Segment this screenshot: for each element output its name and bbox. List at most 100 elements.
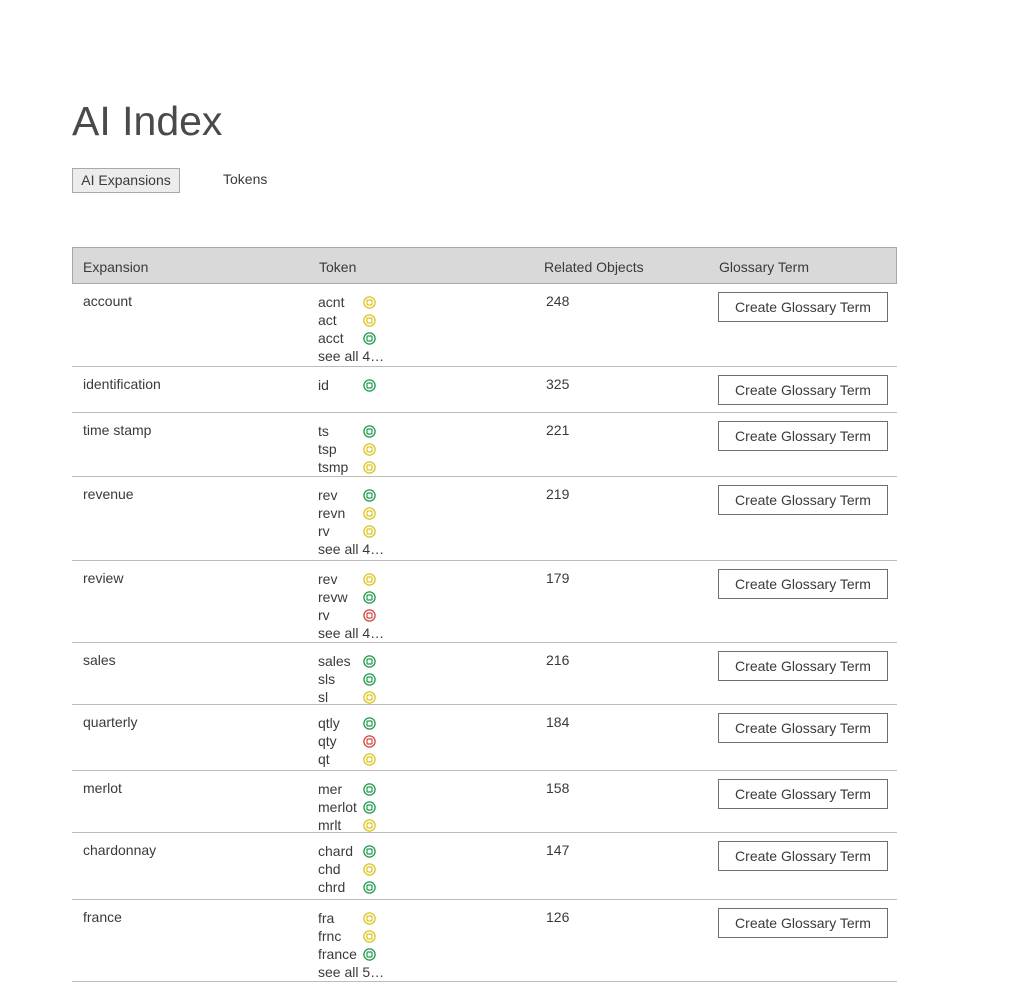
table-row: account acnt act acct see all 4… 248 Create Gl… bbox=[72, 284, 897, 367]
table-row: identification id 325 Create Glossary Term bbox=[72, 367, 897, 413]
header-related-objects: Related Objects bbox=[544, 259, 644, 275]
token-label: chard bbox=[318, 843, 354, 859]
status-yellow-icon bbox=[363, 443, 376, 456]
expansion-cell: time stamp bbox=[83, 422, 152, 438]
token-label: rv bbox=[318, 523, 330, 539]
status-yellow-icon bbox=[363, 296, 376, 309]
table-row: chardonnay chard chd chrd 147 Create Glossary… bbox=[72, 833, 897, 900]
header-expansion: Expansion bbox=[83, 259, 149, 275]
token-item: rv bbox=[318, 606, 398, 624]
token-label: mrlt bbox=[318, 817, 342, 833]
token-label: qty bbox=[318, 733, 337, 749]
page-title: AI Index bbox=[72, 98, 223, 144]
status-yellow-icon bbox=[363, 507, 376, 520]
see-all-row: see all 5… bbox=[318, 963, 398, 981]
create-glossary-term-button[interactable]: Create Glossary Term bbox=[718, 292, 888, 322]
status-green-icon bbox=[363, 655, 376, 668]
status-green-icon bbox=[363, 489, 376, 502]
token-list: id bbox=[318, 376, 398, 394]
see-all-row: see all 4… bbox=[318, 624, 398, 642]
table-row: review rev revw rv see all 4… 179 Create Gloss… bbox=[72, 561, 897, 643]
token-item: qty bbox=[318, 732, 398, 750]
token-item: chrd bbox=[318, 878, 398, 896]
related-objects-count: 221 bbox=[546, 422, 570, 438]
status-yellow-icon bbox=[363, 525, 376, 538]
status-green-icon bbox=[363, 881, 376, 894]
token-item: tsmp bbox=[318, 458, 398, 476]
token-item: acct bbox=[318, 329, 398, 347]
table-row: time stamp ts tsp tsmp 221 Create Glossary Te… bbox=[72, 413, 897, 477]
token-item: rev bbox=[318, 486, 398, 504]
token-item: id bbox=[318, 376, 398, 394]
create-glossary-term-button[interactable]: Create Glossary Term bbox=[718, 908, 888, 938]
token-item: frnc bbox=[318, 927, 398, 945]
create-glossary-term-button[interactable]: Create Glossary Term bbox=[718, 569, 888, 599]
token-label: fra bbox=[318, 910, 335, 926]
expansion-cell: merlot bbox=[83, 780, 122, 796]
token-label: chd bbox=[318, 861, 341, 877]
status-green-icon bbox=[363, 717, 376, 730]
see-all-link[interactable]: see all 4… bbox=[318, 624, 384, 642]
token-list: acnt act acct see all 4… bbox=[318, 293, 398, 365]
table-row: france fra frnc france see all 5… 126 Create G… bbox=[72, 900, 897, 982]
token-list: sales sls sl bbox=[318, 652, 398, 706]
token-list: qtly qty qt bbox=[318, 714, 398, 768]
token-label: frnc bbox=[318, 928, 342, 944]
related-objects-count: 147 bbox=[546, 842, 570, 858]
related-objects-count: 325 bbox=[546, 376, 570, 392]
token-item: ts bbox=[318, 422, 398, 440]
header-glossary-term: Glossary Term bbox=[719, 259, 809, 275]
token-label: tsmp bbox=[318, 459, 349, 475]
table-body: account acnt act acct see all 4… 248 Create Gl… bbox=[72, 284, 897, 982]
status-green-icon bbox=[363, 379, 376, 392]
token-label: qt bbox=[318, 751, 330, 767]
token-label: sales bbox=[318, 653, 351, 669]
token-item: france bbox=[318, 945, 398, 963]
token-item: rev bbox=[318, 570, 398, 588]
token-item: act bbox=[318, 311, 398, 329]
create-glossary-term-button[interactable]: Create Glossary Term bbox=[718, 713, 888, 743]
token-item: sls bbox=[318, 670, 398, 688]
token-item: qtly bbox=[318, 714, 398, 732]
token-label: sls bbox=[318, 671, 336, 687]
table-row: quarterly qtly qty qt 184 Create Glossary Ter… bbox=[72, 705, 897, 771]
related-objects-count: 179 bbox=[546, 570, 570, 586]
tab-ai-expansions[interactable]: AI Expansions bbox=[72, 168, 180, 193]
create-glossary-term-button[interactable]: Create Glossary Term bbox=[718, 375, 888, 405]
related-objects-count: 216 bbox=[546, 652, 570, 668]
token-label: rv bbox=[318, 607, 330, 623]
table-row: sales sales sls sl 216 Create Glossary Term bbox=[72, 643, 897, 705]
status-yellow-icon bbox=[363, 461, 376, 474]
token-list: chard chd chrd bbox=[318, 842, 398, 896]
token-label: id bbox=[318, 377, 329, 393]
token-label: revn bbox=[318, 505, 346, 521]
token-label: merlot bbox=[318, 799, 357, 815]
status-yellow-icon bbox=[363, 753, 376, 766]
token-item: revw bbox=[318, 588, 398, 606]
create-glossary-term-button[interactable]: Create Glossary Term bbox=[718, 421, 888, 451]
see-all-row: see all 4… bbox=[318, 540, 398, 558]
status-green-icon bbox=[363, 948, 376, 961]
token-label: acct bbox=[318, 330, 344, 346]
status-green-icon bbox=[363, 801, 376, 814]
expansion-cell: revenue bbox=[83, 486, 134, 502]
create-glossary-term-button[interactable]: Create Glossary Term bbox=[718, 651, 888, 681]
token-item: mer bbox=[318, 780, 398, 798]
token-item: chard bbox=[318, 842, 398, 860]
expansion-cell: sales bbox=[83, 652, 116, 668]
token-label: revw bbox=[318, 589, 348, 605]
token-list: mer merlot mrlt bbox=[318, 780, 398, 834]
table-row: merlot mer merlot mrlt 158 Create Glossary Te… bbox=[72, 771, 897, 833]
see-all-link[interactable]: see all 4… bbox=[318, 347, 384, 365]
see-all-link[interactable]: see all 5… bbox=[318, 963, 384, 981]
create-glossary-term-button[interactable]: Create Glossary Term bbox=[718, 841, 888, 871]
tab-tokens[interactable]: Tokens bbox=[223, 168, 267, 191]
create-glossary-term-button[interactable]: Create Glossary Term bbox=[718, 485, 888, 515]
status-yellow-icon bbox=[363, 314, 376, 327]
token-label: mer bbox=[318, 781, 343, 797]
related-objects-count: 248 bbox=[546, 293, 570, 309]
create-glossary-term-button[interactable]: Create Glossary Term bbox=[718, 779, 888, 809]
status-red-icon bbox=[363, 735, 376, 748]
expansion-cell: account bbox=[83, 293, 133, 309]
see-all-link[interactable]: see all 4… bbox=[318, 540, 384, 558]
